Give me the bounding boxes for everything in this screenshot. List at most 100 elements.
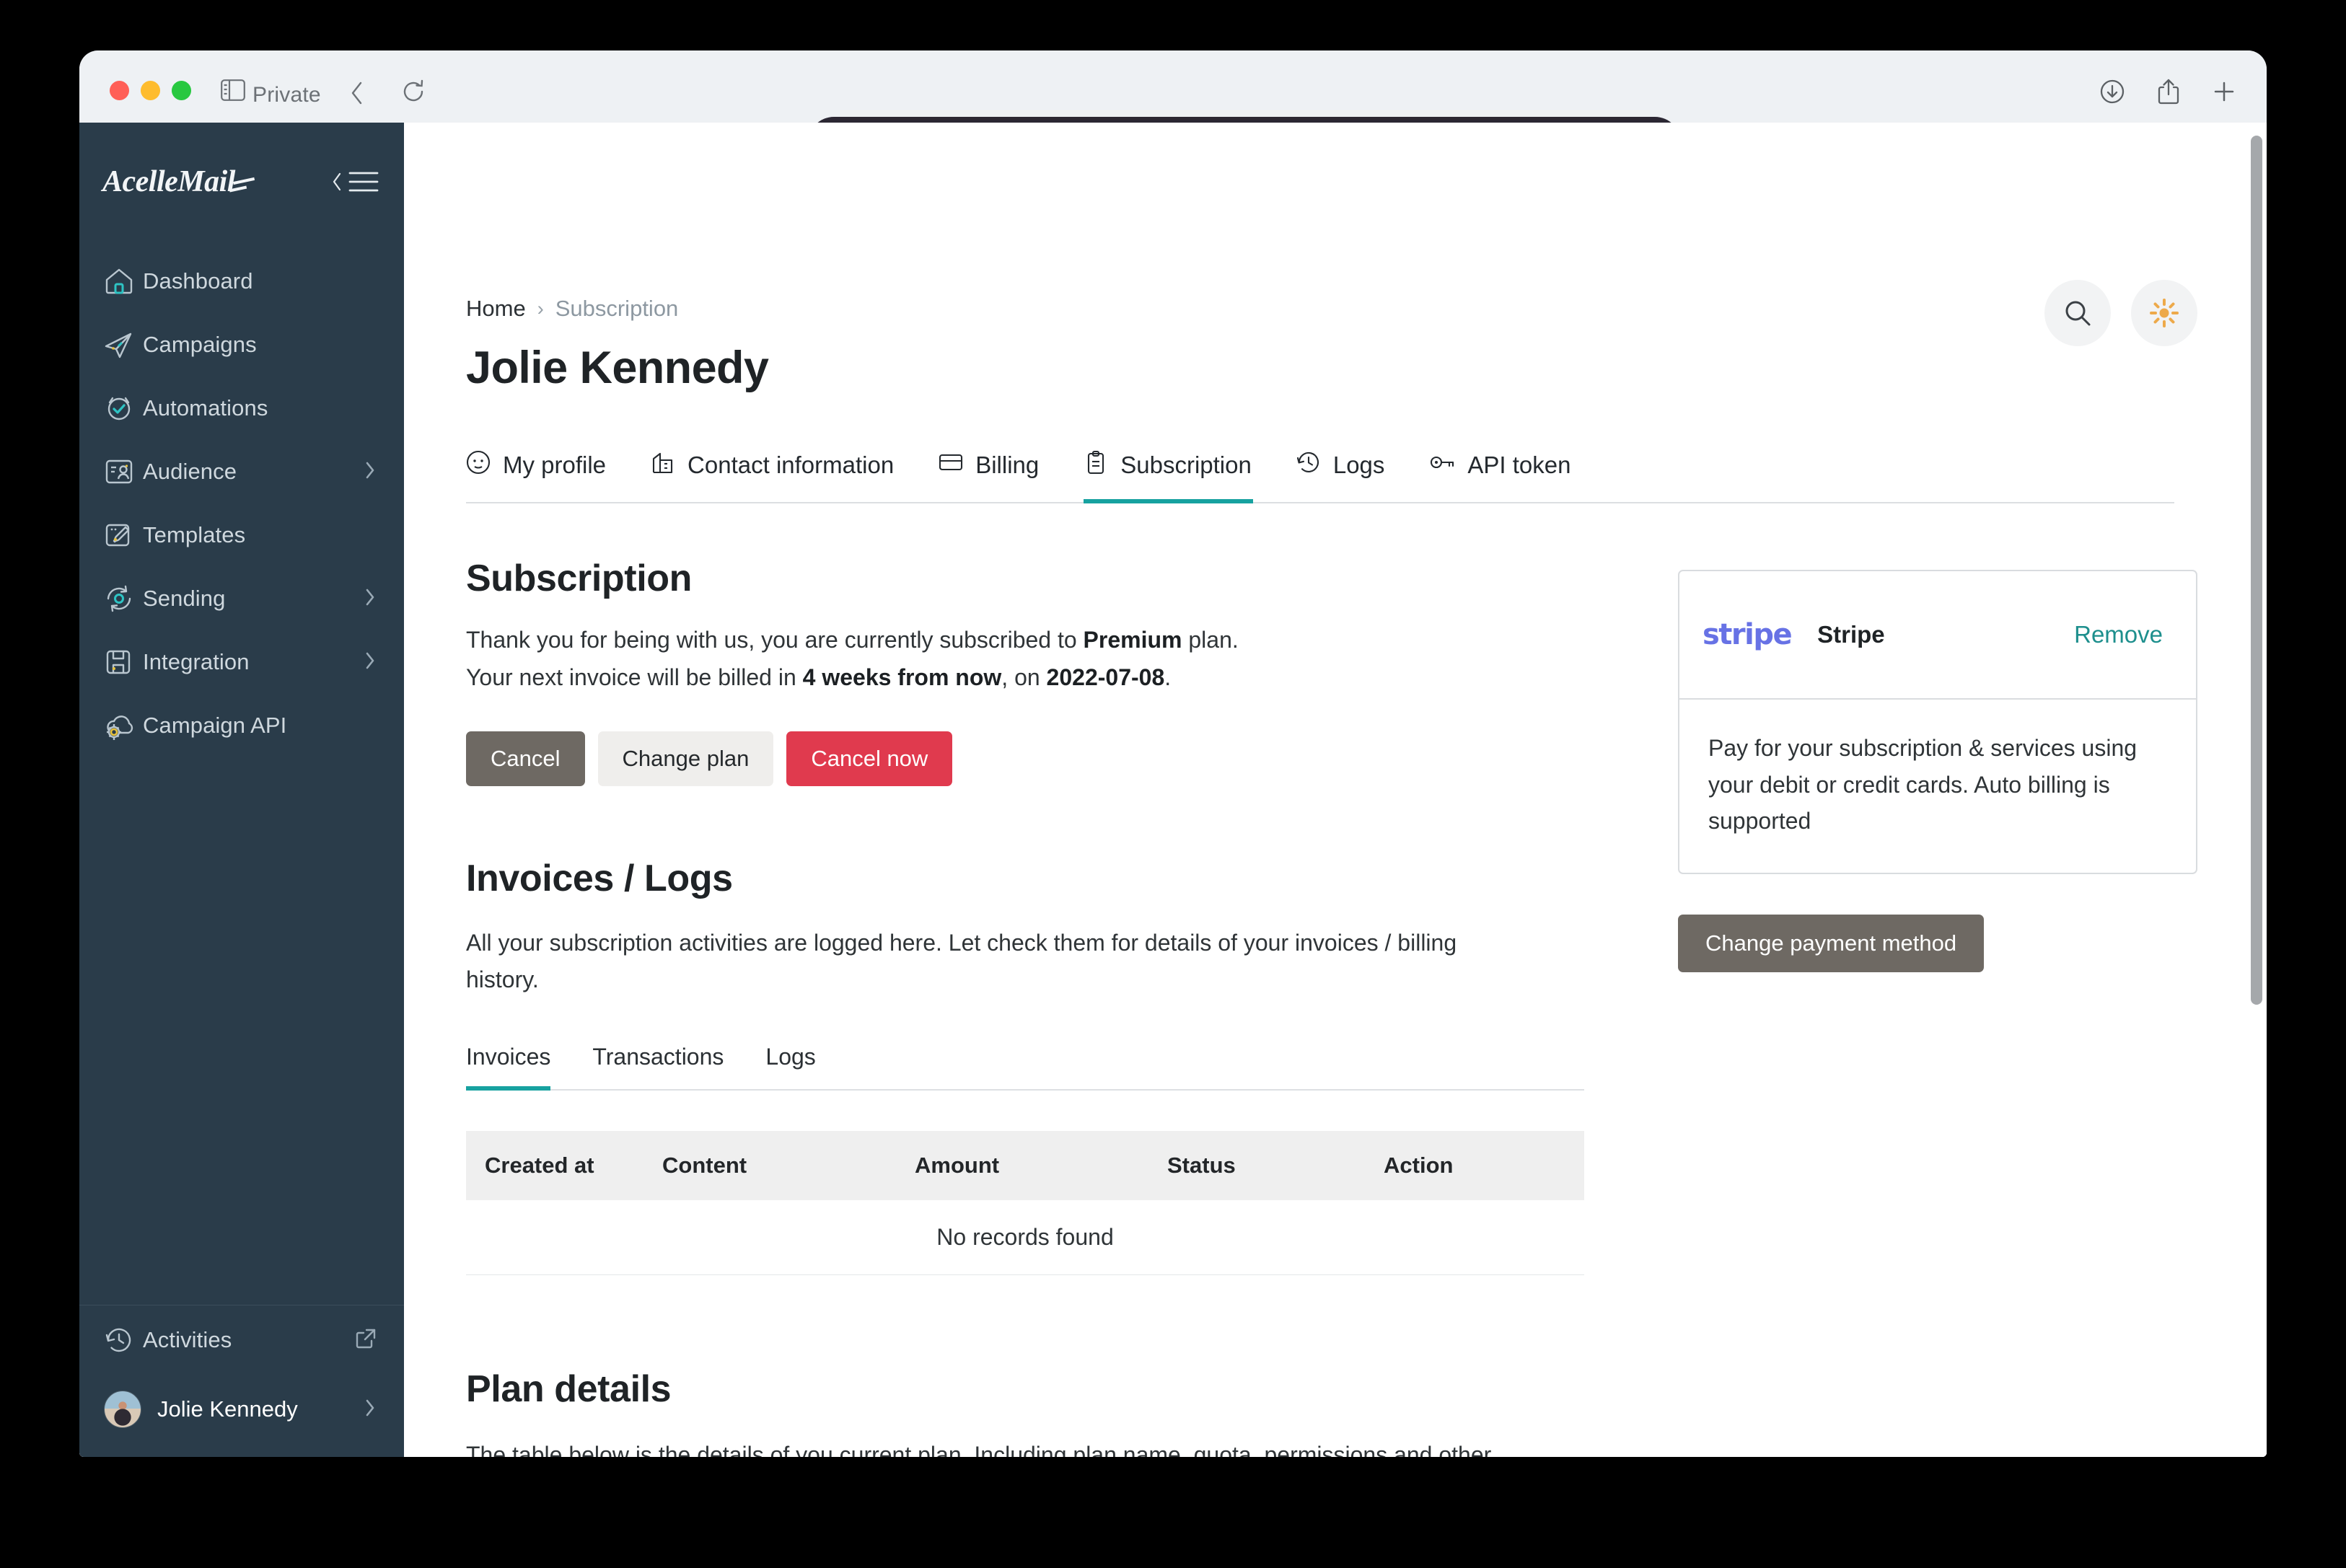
sidebar-item-activities[interactable]: Activities	[79, 1305, 404, 1375]
payment-method-description: Pay for your subscription & services usi…	[1708, 730, 2163, 840]
sidebar-item-campaigns[interactable]: Campaigns	[79, 313, 404, 376]
key-icon	[1429, 450, 1455, 480]
sidebar: AcelleMail	[79, 123, 404, 1457]
invoices-tabs: Invoices Transactions Logs	[466, 1044, 1584, 1091]
building-icon	[651, 450, 675, 480]
new-tab-icon[interactable]	[2212, 79, 2236, 107]
sidebar-item-campaign-api[interactable]: Campaign API	[79, 694, 404, 757]
plug-save-icon	[104, 648, 143, 677]
tab-transactions[interactable]: Transactions	[592, 1044, 724, 1089]
avatar	[104, 1391, 141, 1428]
device-frame: Private M demo.acellemail.com /account/s…	[0, 0, 2346, 1568]
window-maximize-button[interactable]	[172, 81, 191, 100]
invoices-table: Created at Content Amount Status Action …	[466, 1131, 1584, 1275]
toolbar-right-actions	[2099, 78, 2236, 109]
chevron-left-icon	[330, 171, 343, 193]
share-icon[interactable]	[2157, 78, 2180, 109]
hamburger-icon	[348, 169, 379, 194]
cancel-now-button[interactable]: Cancel now	[786, 731, 952, 786]
brush-board-icon	[104, 521, 143, 550]
breadcrumb-home[interactable]: Home	[466, 296, 526, 322]
credit-card-icon	[939, 450, 963, 480]
chevron-right-icon	[364, 1398, 377, 1422]
window-minimize-button[interactable]	[141, 81, 160, 100]
sidebar-item-templates[interactable]: Templates	[79, 503, 404, 567]
tab-api-token[interactable]: API token	[1429, 450, 1594, 502]
tab-label: Logs	[1333, 452, 1385, 479]
window-close-button[interactable]	[110, 81, 129, 100]
reload-icon[interactable]	[401, 79, 426, 107]
payment-method-card: stripe Stripe Remove Pay for your subscr…	[1678, 570, 2197, 874]
chevron-right-icon	[364, 651, 377, 674]
tab-contact-information[interactable]: Contact information	[651, 450, 917, 502]
paper-plane-icon	[104, 330, 143, 359]
sidebar-toggle-icon[interactable]	[221, 79, 245, 105]
check-circle-icon	[104, 394, 143, 423]
profile-tabs: My profile Contact	[466, 450, 2174, 503]
content-scrollbar-track[interactable]	[2248, 123, 2267, 1457]
sidebar-item-audience[interactable]: Audience	[79, 440, 404, 503]
browser-toolbar: Private M demo.acellemail.com /account/s…	[79, 50, 2267, 123]
sidebar-item-sending[interactable]: Sending	[79, 567, 404, 630]
breadcrumb: Home › Subscription	[466, 123, 2267, 322]
page-title: Jolie Kennedy	[466, 342, 2267, 394]
sidebar-item-label: Automations	[143, 395, 377, 421]
column-header-created-at: Created at	[466, 1153, 662, 1179]
plan-details-heading: Plan details	[466, 1367, 2267, 1411]
payment-method-body: Pay for your subscription & services usi…	[1679, 700, 2196, 873]
sidebar-item-label: Integration	[143, 649, 364, 675]
tab-label: My profile	[503, 452, 606, 479]
sidebar-item-label: Dashboard	[143, 268, 377, 294]
sync-gear-icon	[104, 584, 143, 613]
change-payment-method-button[interactable]: Change payment method	[1678, 915, 1984, 972]
history-icon	[104, 1326, 143, 1355]
tab-logs[interactable]: Logs	[1296, 450, 1408, 502]
tab-billing[interactable]: Billing	[939, 450, 1062, 502]
sidebar-nav: Dashboard Campaigns	[79, 250, 404, 757]
sub-plan-name: Premium	[1084, 627, 1182, 653]
sub-next-period: 4 weeks from now	[803, 664, 1002, 690]
breadcrumb-current: Subscription	[555, 296, 679, 322]
sub-line2-part1: Your next invoice will be billed in	[466, 664, 803, 690]
tab-logs-inner[interactable]: Logs	[765, 1044, 815, 1089]
sidebar-item-label: Campaign API	[143, 713, 377, 739]
payment-method-header: stripe Stripe Remove	[1679, 571, 2196, 700]
remove-payment-method-link[interactable]: Remove	[2074, 621, 2163, 648]
sidebar-item-dashboard[interactable]: Dashboard	[79, 250, 404, 313]
sub-line2-mid: , on	[1001, 664, 1046, 690]
content-scrollbar-thumb[interactable]	[2251, 136, 2262, 1005]
contacts-icon	[104, 457, 143, 486]
browser-window: Private M demo.acellemail.com /account/s…	[79, 50, 2267, 1457]
chevron-right-icon	[364, 460, 377, 484]
invoices-empty-message: No records found	[466, 1200, 1584, 1275]
stripe-logo-icon: stripe	[1703, 618, 1791, 651]
cancel-button[interactable]: Cancel	[466, 731, 585, 786]
tab-label: API token	[1467, 452, 1570, 479]
back-icon[interactable]	[349, 81, 365, 109]
sidebar-footer: Activities Jolie Kennedy	[79, 1305, 404, 1457]
sub-line2-end: .	[1164, 664, 1171, 690]
external-link-icon	[355, 1328, 377, 1353]
tab-label: Billing	[975, 452, 1039, 479]
sidebar-item-label: Sending	[143, 586, 364, 612]
download-icon[interactable]	[2099, 79, 2125, 108]
tab-subscription[interactable]: Subscription	[1084, 450, 1275, 502]
tab-my-profile[interactable]: My profile	[466, 450, 629, 502]
private-mode-label: Private	[252, 83, 321, 107]
tab-invoices[interactable]: Invoices	[466, 1044, 550, 1089]
plan-details-description: The table below is the details of you cu…	[466, 1437, 1563, 1457]
sidebar-collapse-button[interactable]	[330, 169, 379, 194]
change-plan-button[interactable]: Change plan	[598, 731, 774, 786]
sidebar-item-integration[interactable]: Integration	[79, 630, 404, 694]
main-content: Home › Subscription Jolie Kennedy	[404, 123, 2267, 1457]
column-header-status: Status	[1167, 1153, 1384, 1179]
sidebar-brand-row: AcelleMail	[79, 146, 404, 218]
brand-strike-icon	[233, 177, 255, 185]
brand-logo[interactable]: AcelleMail	[102, 164, 235, 199]
sidebar-user-name: Jolie Kennedy	[157, 1396, 364, 1422]
sidebar-user-row[interactable]: Jolie Kennedy	[79, 1375, 404, 1444]
sidebar-item-automations[interactable]: Automations	[79, 376, 404, 440]
invoices-table-header: Created at Content Amount Status Action	[466, 1131, 1584, 1200]
user-circle-icon	[466, 450, 491, 480]
payment-method-panel: stripe Stripe Remove Pay for your subscr…	[1678, 570, 2197, 972]
